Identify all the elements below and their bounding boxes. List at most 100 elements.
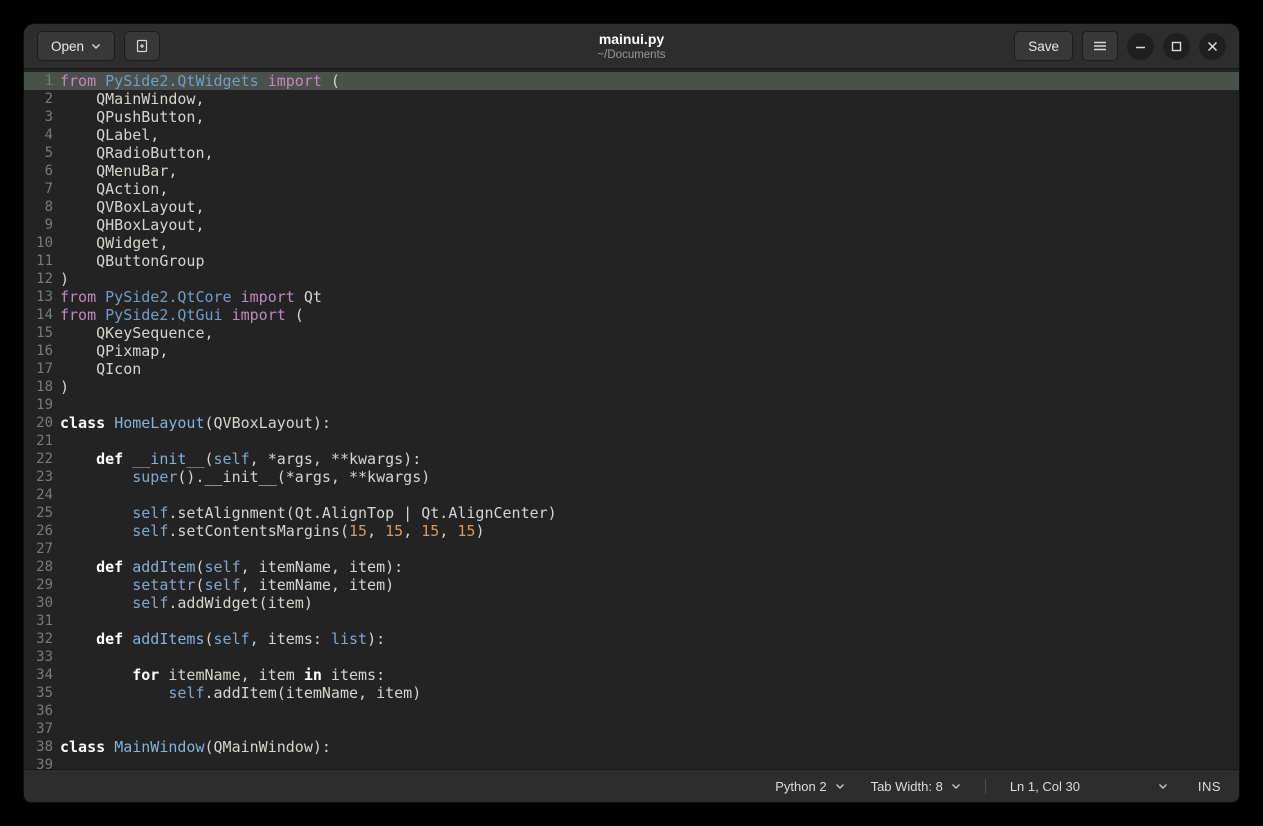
line-number: 24 [24,486,60,504]
code-text: QMainWindow, [60,90,1239,108]
code-text: for itemName, item in items: [60,666,1239,684]
chevron-down-icon [835,783,845,790]
line-number: 16 [24,342,60,360]
code-line[interactable]: 8 QVBoxLayout, [24,198,1239,216]
code-line-current[interactable]: 1from PySide2.QtWidgets import ( [24,72,1239,90]
code-line[interactable]: 3 QPushButton, [24,108,1239,126]
code-text: QVBoxLayout, [60,198,1239,216]
code-line[interactable]: 12) [24,270,1239,288]
open-button-label: Open [51,39,84,54]
menu-button[interactable] [1082,31,1118,61]
save-button[interactable]: Save [1014,31,1073,61]
code-line[interactable]: 23 super().__init__(*args, **kwargs) [24,468,1239,486]
code-text: from PySide2.QtGui import ( [60,306,1239,324]
code-line[interactable]: 6 QMenuBar, [24,162,1239,180]
line-number: 1 [24,72,60,90]
line-number: 33 [24,648,60,666]
line-number: 23 [24,468,60,486]
code-line[interactable]: 26 self.setContentsMargins(15, 15, 15, 1… [24,522,1239,540]
line-number: 3 [24,108,60,126]
tab-width-selector[interactable]: Tab Width: 8 [869,775,963,798]
cursor-position-selector[interactable]: Ln 1, Col 30 [1008,775,1170,798]
code-line[interactable]: 27 [24,540,1239,558]
new-document-icon [134,38,150,54]
code-line[interactable]: 5 QRadioButton, [24,144,1239,162]
code-line[interactable]: 14from PySide2.QtGui import ( [24,306,1239,324]
minimize-button[interactable] [1127,33,1154,60]
code-line[interactable]: 31 [24,612,1239,630]
code-text: QLabel, [60,126,1239,144]
code-line[interactable]: 33 [24,648,1239,666]
open-button[interactable]: Open [37,31,115,61]
code-line[interactable]: 29 setattr(self, itemName, item) [24,576,1239,594]
code-text: ) [60,270,1239,288]
chevron-down-icon [1158,783,1168,790]
code-text: self.addItem(itemName, item) [60,684,1239,702]
statusbar-divider [985,779,986,794]
line-number: 15 [24,324,60,342]
code-line[interactable]: 13from PySide2.QtCore import Qt [24,288,1239,306]
code-text: QButtonGroup [60,252,1239,270]
code-line[interactable]: 36 [24,702,1239,720]
line-number: 39 [24,756,60,769]
code-text: def __init__(self, *args, **kwargs): [60,450,1239,468]
line-number: 6 [24,162,60,180]
line-number: 8 [24,198,60,216]
close-button[interactable] [1199,33,1226,60]
code-line[interactable]: 9 QHBoxLayout, [24,216,1239,234]
code-text: class MainWindow(QMainWindow): [60,738,1239,756]
code-text [60,648,1239,666]
code-line[interactable]: 25 self.setAlignment(Qt.AlignTop | Qt.Al… [24,504,1239,522]
line-number: 9 [24,216,60,234]
code-line[interactable]: 18) [24,378,1239,396]
maximize-icon [1163,33,1190,60]
code-line[interactable]: 22 def __init__(self, *args, **kwargs): [24,450,1239,468]
code-line[interactable]: 35 self.addItem(itemName, item) [24,684,1239,702]
code-line[interactable]: 15 QKeySequence, [24,324,1239,342]
new-document-button[interactable] [124,31,160,61]
line-number: 4 [24,126,60,144]
code-line[interactable]: 16 QPixmap, [24,342,1239,360]
code-text: def addItem(self, itemName, item): [60,558,1239,576]
line-number: 37 [24,720,60,738]
code-line[interactable]: 4 QLabel, [24,126,1239,144]
code-line[interactable]: 10 QWidget, [24,234,1239,252]
language-selector[interactable]: Python 2 [773,775,846,798]
code-line[interactable]: 28 def addItem(self, itemName, item): [24,558,1239,576]
line-number: 28 [24,558,60,576]
code-text: setattr(self, itemName, item) [60,576,1239,594]
save-button-label: Save [1028,39,1059,54]
code-line[interactable]: 17 QIcon [24,360,1239,378]
code-line[interactable]: 32 def addItems(self, items: list): [24,630,1239,648]
code-line[interactable]: 30 self.addWidget(item) [24,594,1239,612]
code-text: QRadioButton, [60,144,1239,162]
line-number: 32 [24,630,60,648]
code-text: self.setAlignment(Qt.AlignTop | Qt.Align… [60,504,1239,522]
code-line[interactable]: 21 [24,432,1239,450]
line-number: 17 [24,360,60,378]
line-number: 13 [24,288,60,306]
code-line[interactable]: 11 QButtonGroup [24,252,1239,270]
line-number: 21 [24,432,60,450]
close-icon [1199,33,1226,60]
code-line[interactable]: 39 [24,756,1239,769]
code-text: from PySide2.QtWidgets import ( [60,72,1239,90]
code-line[interactable]: 34 for itemName, item in items: [24,666,1239,684]
code-line[interactable]: 24 [24,486,1239,504]
code-line[interactable]: 38class MainWindow(QMainWindow): [24,738,1239,756]
code-text: QAction, [60,180,1239,198]
code-line[interactable]: 2 QMainWindow, [24,90,1239,108]
code-editor[interactable]: 1from PySide2.QtWidgets import (2 QMainW… [24,69,1239,769]
language-label: Python 2 [775,779,826,794]
code-line[interactable]: 19 [24,396,1239,414]
line-number: 5 [24,144,60,162]
code-text [60,396,1239,414]
code-text: self.setContentsMargins(15, 15, 15, 15) [60,522,1239,540]
maximize-button[interactable] [1163,33,1190,60]
code-line[interactable]: 37 [24,720,1239,738]
line-number: 27 [24,540,60,558]
code-line[interactable]: 7 QAction, [24,180,1239,198]
code-text [60,486,1239,504]
line-number: 11 [24,252,60,270]
code-line[interactable]: 20class HomeLayout(QVBoxLayout): [24,414,1239,432]
